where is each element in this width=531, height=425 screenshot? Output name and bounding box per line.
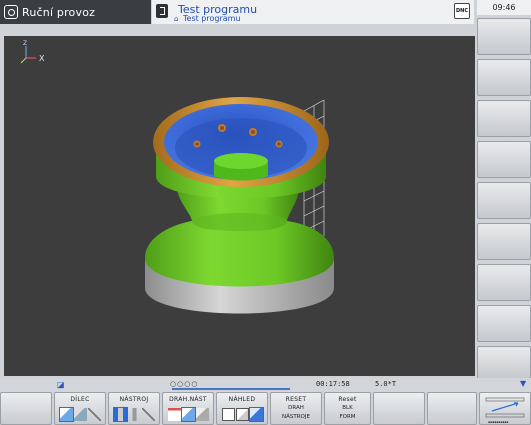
softkey-nahled[interactable]: NÁHLED	[216, 392, 268, 425]
softkey-reset-drah-line3: NÁSTROJE	[282, 414, 310, 420]
progress-dots: ○○○○	[170, 380, 199, 388]
softkey-nastroj[interactable]: NÁSTROJ	[108, 392, 160, 425]
tool-outline-icon	[127, 407, 141, 421]
program-name: Test programu	[183, 14, 241, 23]
program-mode-header[interactable]: Test programu ⌂ Test programu DNC	[152, 0, 474, 24]
softkey-drah-nast[interactable]: DRAH.NÁST	[162, 392, 214, 425]
clock: 09:46	[477, 0, 531, 15]
softkey-level-icon: ▪▪▪▪▪▪▪▪▪▪	[485, 397, 525, 424]
softkey-empty-1[interactable]	[0, 392, 52, 425]
vertical-softkey-5[interactable]	[477, 182, 531, 219]
vertical-softkey-9[interactable]	[477, 346, 531, 379]
vertical-softkey-6[interactable]	[477, 223, 531, 260]
softkey-reset-blk-line3: FORM	[339, 414, 356, 420]
softkey-empty-3[interactable]	[427, 392, 477, 425]
progress-bar	[172, 388, 290, 390]
simulation-graphic: Z X	[20, 40, 334, 314]
axis-triad: Z X	[20, 40, 45, 64]
tool-shown-icon	[112, 406, 128, 422]
view-box-icon	[235, 407, 249, 421]
simulation-viewport[interactable]: Z X	[4, 36, 475, 376]
softkey-dilec-label: DÍLEC	[70, 396, 90, 403]
tool-hidden-icon	[141, 407, 155, 421]
axis-x-label: X	[39, 54, 45, 63]
feed-factor: 5.0*T	[375, 380, 397, 388]
path-hidden-icon	[195, 407, 209, 421]
part-shaded-icon	[73, 407, 87, 421]
program-test-icon	[156, 4, 168, 18]
softkey-nahled-label: NÁHLED	[228, 396, 256, 403]
step-icon: ◪	[57, 380, 65, 389]
part-solid-icon	[58, 406, 74, 422]
cnc-screen: Ruční provoz Test programu ⌂ Test progra…	[0, 0, 531, 425]
part-hidden-icon	[87, 407, 101, 421]
horizontal-softkey-bar: DÍLEC NÁSTROJ DRAH.NÁST NÁHLED RESET DRA…	[0, 392, 531, 425]
dnc-icon: DNC	[454, 3, 470, 19]
vertical-softkey-bar	[477, 18, 531, 380]
vertical-softkey-2[interactable]	[477, 59, 531, 96]
path-solid-icon	[180, 406, 196, 422]
vertical-softkey-4[interactable]	[477, 141, 531, 178]
scroll-down-icon[interactable]: ▼	[520, 379, 526, 388]
softkey-reset-drah-line1: RESET	[285, 396, 307, 403]
softkey-reset-blk-line2: BLK	[342, 405, 353, 411]
view-wire-icon	[221, 407, 235, 421]
softkey-nastroj-label: NÁSTROJ	[119, 396, 149, 403]
home-icon: ⌂	[174, 15, 179, 23]
softkey-empty-2[interactable]	[373, 392, 425, 425]
softkey-reset-drah-line2: DRAH	[288, 405, 304, 411]
status-line: ◪ ○○○○ 00:17:58 5.0*T ▼	[0, 378, 531, 392]
operating-mode-title: Ruční provoz	[22, 5, 96, 19]
svg-text:▪▪▪▪▪▪▪▪▪▪: ▪▪▪▪▪▪▪▪▪▪	[488, 420, 508, 424]
operating-mode-header[interactable]: Ruční provoz	[0, 0, 151, 24]
manual-mode-icon	[4, 5, 18, 19]
view-3d-icon	[248, 406, 264, 422]
vertical-softkey-1[interactable]	[477, 18, 531, 55]
path-lines-icon	[167, 407, 181, 421]
softkey-drah-nast-label: DRAH.NÁST	[169, 396, 207, 403]
softkey-dilec[interactable]: DÍLEC	[54, 392, 106, 425]
vertical-softkey-3[interactable]	[477, 100, 531, 137]
softkey-reset-blk-line1: Reset	[338, 396, 357, 403]
elapsed-time: 00:17:58	[316, 380, 350, 388]
vertical-softkey-8[interactable]	[477, 305, 531, 342]
softkey-reset-blk-form[interactable]: Reset BLK FORM	[324, 392, 371, 425]
vertical-softkey-7[interactable]	[477, 264, 531, 301]
softkey-level-switch[interactable]: ▪▪▪▪▪▪▪▪▪▪	[479, 392, 531, 425]
axis-z-label: Z	[23, 40, 27, 47]
softkey-reset-drah-nastroje[interactable]: RESET DRAH NÁSTROJE	[270, 392, 322, 425]
